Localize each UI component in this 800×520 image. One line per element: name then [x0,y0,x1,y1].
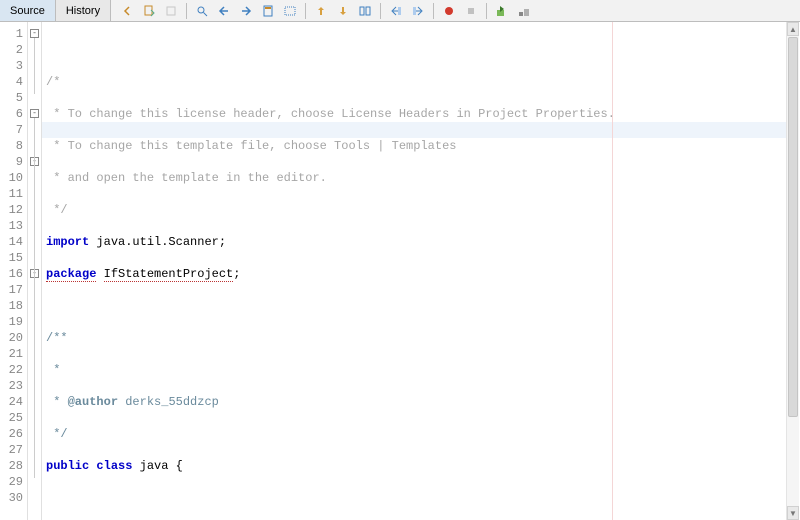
separator [433,3,434,19]
editor-toolbar [111,0,534,21]
fold-toggle[interactable]: - [30,29,39,38]
scroll-down-icon[interactable]: ▼ [787,506,799,520]
config-icon[interactable] [514,1,534,21]
nav-prev-icon[interactable] [117,1,137,21]
uncomment-icon[interactable] [386,1,406,21]
scroll-up-icon[interactable]: ▲ [787,22,799,36]
stop-macro-icon[interactable] [461,1,481,21]
scrollbar-thumb[interactable] [788,37,798,417]
separator [305,3,306,19]
separator [380,3,381,19]
shift-up-icon[interactable] [311,1,331,21]
nav-next-icon[interactable] [161,1,181,21]
tab-source[interactable]: Source [0,0,56,21]
code-area[interactable]: /* * To change this license header, choo… [42,22,786,520]
select-icon[interactable] [280,1,300,21]
fold-toggle[interactable]: - [30,109,39,118]
nav-doc-icon[interactable] [139,1,159,21]
bookmark-icon[interactable] [258,1,278,21]
diff-icon[interactable] [355,1,375,21]
vertical-scrollbar[interactable]: ▲ ▼ [786,22,799,520]
comment-icon[interactable] [408,1,428,21]
record-macro-icon[interactable] [439,1,459,21]
tab-history[interactable]: History [56,0,111,21]
forward-icon[interactable] [236,1,256,21]
fold-gutter[interactable]: ---- [28,22,42,520]
shift-down-icon[interactable] [333,1,353,21]
tab-source-label: Source [10,5,45,17]
run-icon[interactable] [492,1,512,21]
find-icon[interactable] [192,1,212,21]
margin-guide [612,22,613,520]
back-icon[interactable] [214,1,234,21]
current-line-highlight [42,122,786,138]
separator [186,3,187,19]
line-number-gutter[interactable]: 1234567891011121314151617181920212223242… [0,22,28,520]
separator [486,3,487,19]
tab-history-label: History [66,5,100,17]
